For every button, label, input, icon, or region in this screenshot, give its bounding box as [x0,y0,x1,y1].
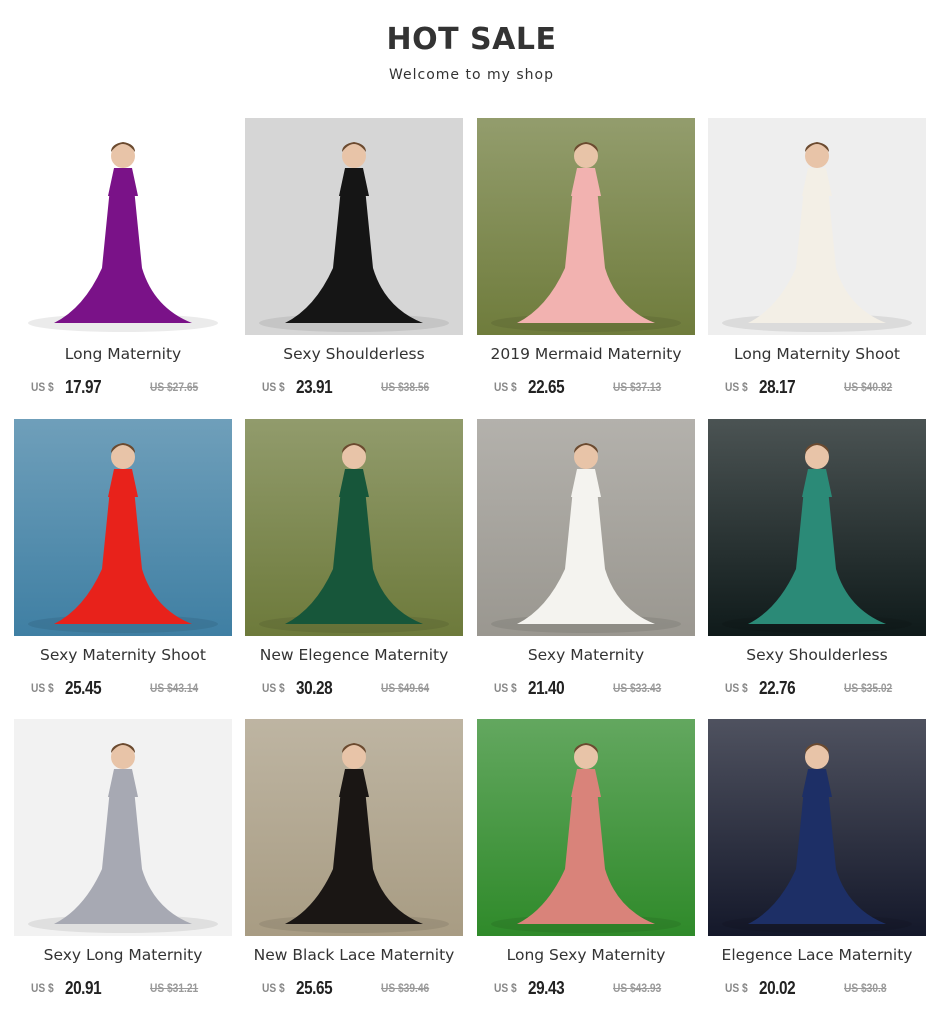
sale-price: 28.17 [759,377,796,397]
product-name[interactable]: Elegence Lace Maternity [708,946,926,964]
sale-price: 25.45 [65,678,102,698]
product-image[interactable] [708,719,926,936]
original-price: US $35.02 [844,681,893,695]
sale-price: 30.28 [296,678,333,698]
product-image[interactable] [477,719,695,936]
product-grid: Long Maternity US $ 17.97 US $27.65 Sexy Sho… [0,0,943,1025]
product-name[interactable]: New Black Lace Maternity [245,946,463,964]
product-card[interactable]: Sexy Maternity Shoot US $ 25.45 US $43.14 [14,419,232,709]
product-name[interactable]: Sexy Long Maternity [14,946,232,964]
sale-price: 17.97 [65,377,102,397]
original-price: US $37.13 [613,380,662,394]
sale-price: 22.76 [759,678,796,698]
original-price: US $43.93 [613,981,662,995]
price-currency: US $ [494,380,517,394]
sale-price: 20.91 [65,978,102,998]
product-name[interactable]: New Elegence Maternity [245,646,463,664]
product-image[interactable] [477,419,695,636]
price-currency: US $ [725,380,748,394]
product-card[interactable]: New Black Lace Maternity US $ 25.65 US $39.… [245,719,463,1009]
product-name[interactable]: Long Maternity Shoot [708,345,926,363]
original-price: US $49.64 [381,681,430,695]
product-name[interactable]: Sexy Shoulderless [708,646,926,664]
product-image[interactable] [14,719,232,936]
product-card[interactable]: 2019 Mermaid Maternity US $ 22.65 US $37.13 [477,118,695,408]
product-image[interactable] [245,419,463,636]
product-card[interactable]: Elegence Lace Maternity US $ 20.02 US $30.8 [708,719,926,1009]
product-name[interactable]: Sexy Shoulderless [245,345,463,363]
product-card[interactable]: Long Sexy Maternity US $ 29.43 US $43.93 [477,719,695,1009]
price-currency: US $ [31,681,54,695]
sale-price: 25.65 [296,978,333,998]
price-currency: US $ [262,981,285,995]
price-currency: US $ [725,681,748,695]
product-card[interactable]: Long Maternity Shoot US $ 28.17 US $40.82 [708,118,926,408]
product-name[interactable]: Long Sexy Maternity [477,946,695,964]
product-image[interactable] [14,419,232,636]
original-price: US $33.43 [613,681,662,695]
original-price: US $31.21 [150,981,199,995]
product-card[interactable]: Sexy Shoulderless US $ 22.76 US $35.02 [708,419,926,709]
product-card[interactable]: New Elegence Maternity US $ 30.28 US $49.64 [245,419,463,709]
original-price: US $40.82 [844,380,893,394]
product-image[interactable] [708,118,926,335]
price-currency: US $ [262,380,285,394]
original-price: US $30.8 [844,981,887,995]
price-currency: US $ [31,981,54,995]
product-card[interactable]: Sexy Shoulderless US $ 23.91 US $38.56 [245,118,463,408]
original-price: US $43.14 [150,681,199,695]
original-price: US $27.65 [150,380,199,394]
price-currency: US $ [494,681,517,695]
product-image[interactable] [477,118,695,335]
product-name[interactable]: Sexy Maternity [477,646,695,664]
sale-price: 20.02 [759,978,796,998]
product-name[interactable]: 2019 Mermaid Maternity [477,345,695,363]
price-currency: US $ [31,380,54,394]
price-currency: US $ [262,681,285,695]
product-image[interactable] [245,118,463,335]
sale-price: 21.40 [528,678,565,698]
sale-price: 23.91 [296,377,333,397]
product-card[interactable]: Sexy Maternity US $ 21.40 US $33.43 [477,419,695,709]
product-image[interactable] [14,118,232,335]
product-card[interactable]: Sexy Long Maternity US $ 20.91 US $31.21 [14,719,232,1009]
sale-price: 29.43 [528,978,565,998]
price-currency: US $ [494,981,517,995]
product-name[interactable]: Sexy Maternity Shoot [14,646,232,664]
product-image[interactable] [708,419,926,636]
original-price: US $38.56 [381,380,430,394]
product-name[interactable]: Long Maternity [14,345,232,363]
product-image[interactable] [245,719,463,936]
original-price: US $39.46 [381,981,430,995]
price-currency: US $ [725,981,748,995]
sale-price: 22.65 [528,377,565,397]
product-card[interactable]: Long Maternity US $ 17.97 US $27.65 [14,118,232,408]
